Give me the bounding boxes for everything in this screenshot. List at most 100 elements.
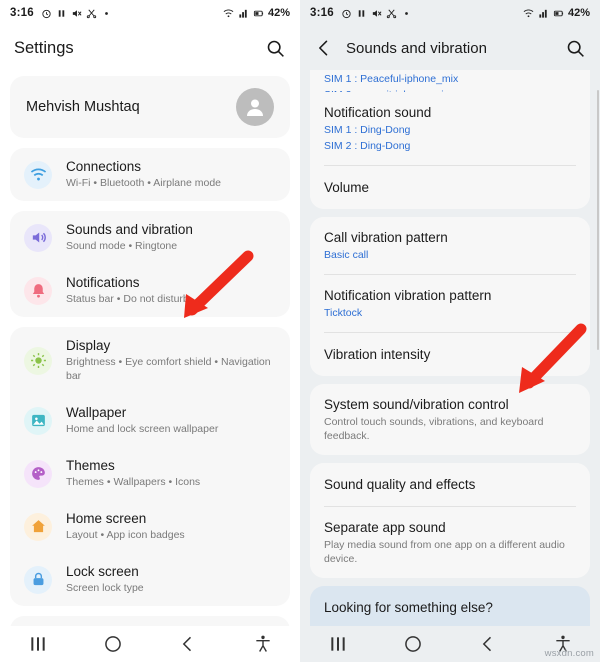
back-icon[interactable] [478, 634, 498, 654]
search-icon[interactable] [565, 38, 586, 59]
item-sub: Ticktock [324, 307, 363, 319]
list-item-system-sound-vibration-control[interactable]: System sound/vibration control Control t… [310, 384, 590, 455]
dot-icon [104, 11, 108, 15]
sidebar-item-lock-screen[interactable]: Lock screen Screen lock type [10, 553, 290, 606]
left-status-bar: 3:16 42% [0, 0, 300, 26]
lock-icon [24, 565, 52, 594]
accessibility-icon[interactable] [253, 634, 273, 654]
item-label: Call vibration pattern [324, 230, 448, 245]
status-icons-right: 42% [223, 7, 290, 19]
pause-icon [58, 9, 65, 17]
mute-icon [72, 9, 82, 17]
list-item-notification-vibration-pattern[interactable]: Notification vibration pattern Ticktock [310, 275, 590, 332]
settings-group-display: Display Brightness • Eye comfort shield … [10, 327, 290, 606]
ringtone-sim1: SIM 1 : Peaceful-iphone_mix [324, 73, 459, 85]
wallpaper-icon [24, 406, 52, 435]
item-label: Volume [324, 180, 370, 195]
item-sub-sim1: SIM 1 : Ding-Dong [324, 124, 411, 136]
wifi-circle-icon [24, 160, 52, 189]
avatar [236, 88, 274, 126]
row-label: Home screen [66, 511, 147, 526]
item-label: Notification vibration pattern [324, 288, 492, 303]
row-label: Themes [66, 458, 115, 473]
list-item-notification-sound[interactable]: Notification sound SIM 1 : Ding-Dong SIM… [310, 92, 590, 165]
row-sub: Home and lock screen wallpaper [66, 423, 219, 435]
item-sub: Play media sound from one app on a diffe… [324, 539, 565, 565]
sound-quality-block: Sound quality and effects Separate app s… [310, 463, 590, 578]
list-item-volume[interactable]: Volume [310, 166, 590, 209]
item-label: Separate app sound [324, 520, 446, 535]
item-label: Vibration intensity [324, 347, 431, 362]
status-icons-left [41, 8, 112, 19]
list-item-vibration-intensity[interactable]: Vibration intensity [310, 333, 590, 376]
sound-settings-list: SIM 1 : Peaceful-iphone_mix SIM 2 : seno… [300, 70, 600, 578]
search-icon[interactable] [265, 38, 286, 59]
alarm-icon [342, 9, 351, 18]
right-header: Sounds and vibration [300, 26, 600, 70]
themes-icon [24, 459, 52, 488]
item-label: System sound/vibration control [324, 397, 509, 412]
page-title: Settings [14, 38, 74, 57]
list-item-ringtone-clipped[interactable]: SIM 1 : Peaceful-iphone_mix SIM 2 : seno… [310, 70, 590, 92]
display-icon [24, 346, 52, 375]
back-arrow-icon[interactable] [314, 38, 334, 58]
list-item-sound-quality-and-effects[interactable]: Sound quality and effects [310, 463, 590, 506]
battery-percent: 42% [267, 7, 290, 19]
vibration-block: Call vibration pattern Basic call Notifi… [310, 217, 590, 376]
back-icon[interactable] [178, 634, 198, 654]
sidebar-item-home-screen[interactable]: Home screen Layout • App icon badges [10, 500, 290, 553]
left-navbar [0, 626, 300, 662]
sidebar-item-notifications[interactable]: Notifications Status bar • Do not distur… [10, 264, 290, 317]
row-sub: Layout • App icon badges [66, 529, 185, 541]
sidebar-item-sounds-and-vibration[interactable]: Sounds and vibration Sound mode • Ringto… [10, 211, 290, 264]
item-sub: Control touch sounds, vibrations, and ke… [324, 416, 544, 442]
home-icon[interactable] [403, 634, 423, 654]
recents-icon[interactable] [28, 634, 48, 654]
dot-icon [404, 11, 408, 15]
system-sound-block: System sound/vibration control Control t… [310, 384, 590, 455]
status-time: 3:16 [10, 7, 34, 19]
status-time: 3:16 [310, 7, 334, 19]
home-icon[interactable] [103, 634, 123, 654]
screenshot-root: 3:16 42% Settings Mehvish Mushtaq Connec… [0, 0, 600, 662]
alarm-icon [42, 9, 51, 18]
row-label: Lock screen [66, 564, 139, 579]
row-sub: Brightness • Eye comfort shield • Naviga… [66, 356, 271, 382]
signal-icon [239, 9, 247, 18]
row-sub: Themes • Wallpapers • Icons [66, 476, 201, 488]
settings-group-connections: Connections Wi-Fi • Bluetooth • Airplane… [10, 148, 290, 201]
row-label: Sounds and vibration [66, 222, 193, 237]
list-item-notification-sound-block: Notification sound SIM 1 : Ding-Dong SIM… [310, 92, 590, 209]
sound-icon [24, 223, 52, 252]
battery-icon [553, 10, 564, 16]
status-icons-left [341, 8, 412, 19]
recents-icon[interactable] [328, 634, 348, 654]
item-sub: Basic call [324, 249, 369, 261]
item-label: Sound quality and effects [324, 477, 476, 492]
sidebar-item-themes[interactable]: Themes Themes • Wallpapers • Icons [10, 447, 290, 500]
account-name: Mehvish Mushtaq [26, 99, 140, 115]
row-sub: Sound mode • Ringtone [66, 240, 178, 252]
status-icons-right: 42% [523, 7, 590, 19]
item-sub-sim2: SIM 2 : Ding-Dong [324, 140, 411, 152]
scissors-icon [386, 9, 397, 18]
notification-icon [24, 276, 52, 305]
row-sub: Wi-Fi • Bluetooth • Airplane mode [66, 177, 222, 189]
signal-icon [539, 9, 547, 18]
right-status-bar: 3:16 42% [300, 0, 600, 26]
row-label: Notifications [66, 275, 140, 290]
sidebar-item-display[interactable]: Display Brightness • Eye comfort shield … [10, 327, 290, 394]
sidebar-item-connections[interactable]: Connections Wi-Fi • Bluetooth • Airplane… [10, 148, 290, 201]
account-card[interactable]: Mehvish Mushtaq [10, 76, 290, 138]
right-phone-screen: 3:16 42% Sounds and vibration SIM 1: Pe… [300, 0, 600, 662]
wifi-icon [523, 8, 534, 17]
left-phone-screen: 3:16 42% Settings Mehvish Mushtaq Connec… [0, 0, 300, 662]
battery-percent: 42% [567, 7, 590, 19]
row-label: Display [66, 338, 111, 353]
scrollbar[interactable] [597, 90, 599, 350]
list-item-call-vibration-pattern[interactable]: Call vibration pattern Basic call [310, 217, 590, 274]
mute-icon [372, 9, 382, 17]
row-sub: Status bar • Do not disturb [66, 293, 189, 305]
sidebar-item-wallpaper[interactable]: Wallpaper Home and lock screen wallpaper [10, 394, 290, 447]
list-item-separate-app-sound[interactable]: Separate app sound Play media sound from… [310, 507, 590, 578]
